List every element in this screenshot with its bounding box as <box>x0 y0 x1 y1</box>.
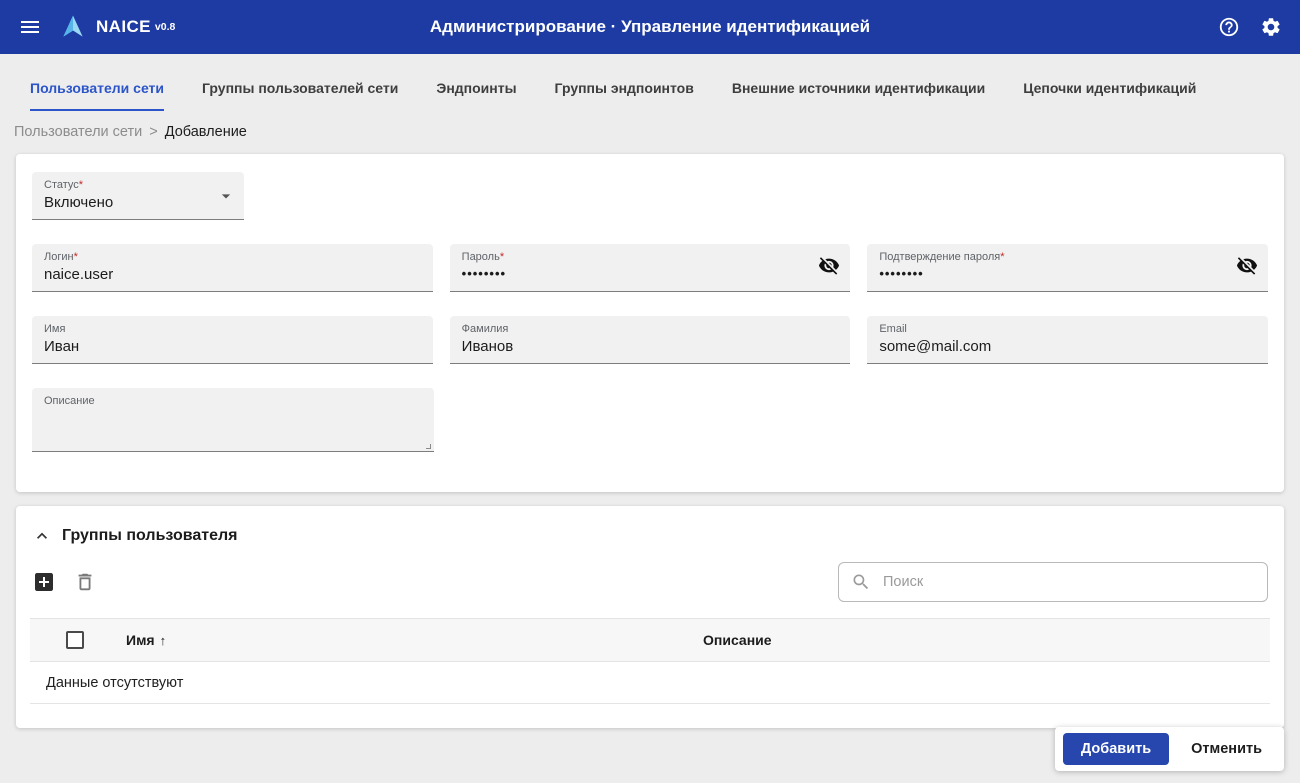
form-actions-bar: Добавить Отменить <box>1054 727 1284 771</box>
app-header: NAICE v0.8 Администрирование · Управлени… <box>0 0 1300 54</box>
password-field[interactable]: Пароль* <box>449 244 851 292</box>
cancel-button[interactable]: Отменить <box>1177 733 1276 765</box>
column-header-name[interactable]: Имя ↑ <box>126 632 703 648</box>
login-field[interactable]: Логин* <box>32 244 433 292</box>
email-label: Email <box>879 323 907 335</box>
email-field[interactable]: Email <box>867 316 1268 364</box>
breadcrumb-current: Добавление <box>164 124 247 140</box>
chevron-down-icon <box>216 186 236 206</box>
password-label: Пароль* <box>461 251 505 263</box>
status-value: Включено <box>44 193 114 211</box>
app-logo-icon <box>58 13 88 41</box>
tab-network-users[interactable]: Пользователи сети <box>30 80 165 111</box>
tab-endpoints[interactable]: Эндпоинты <box>436 80 516 111</box>
login-label: Логин* <box>44 251 78 263</box>
password-confirm-input[interactable] <box>879 265 1200 281</box>
add-group-button[interactable] <box>32 570 56 594</box>
eye-off-icon[interactable] <box>1236 254 1258 281</box>
group-search-box[interactable] <box>838 562 1268 602</box>
description-label: Описание <box>44 395 95 407</box>
last-name-field[interactable]: Фамилия <box>449 316 851 364</box>
page-title: Администрирование · Управление идентифик… <box>429 17 871 36</box>
eye-off-icon[interactable] <box>818 254 840 281</box>
description-input[interactable] <box>44 409 366 427</box>
last-name-input[interactable] <box>461 337 782 355</box>
first-name-input[interactable] <box>44 337 365 355</box>
main-tabs: Пользователи сети Группы пользователей с… <box>0 54 1300 111</box>
empty-text: Данные отсутствуют <box>46 674 184 691</box>
password-confirm-label: Подтверждение пароля* <box>879 251 1005 263</box>
user-groups-card: Группы пользователя Имя ↑ <box>16 506 1284 728</box>
description-field[interactable]: Описание <box>32 388 434 452</box>
groups-table: Имя ↑ Описание Данные отсутствуют <box>30 618 1270 728</box>
table-header-row: Имя ↑ Описание <box>30 618 1270 662</box>
first-name-label: Имя <box>44 323 66 335</box>
last-name-label: Фамилия <box>461 323 509 335</box>
status-label: Статус* <box>44 179 84 191</box>
help-icon[interactable] <box>1218 16 1240 38</box>
tab-network-user-groups[interactable]: Группы пользователей сети <box>202 80 398 111</box>
login-input[interactable] <box>44 265 365 283</box>
app-version: v0.8 <box>154 21 176 33</box>
select-all-checkbox[interactable] <box>66 631 84 649</box>
section-title: Группы пользователя <box>62 527 238 544</box>
search-input[interactable] <box>881 573 1255 591</box>
tab-endpoint-groups[interactable]: Группы эндпоинтов <box>555 80 694 111</box>
first-name-field[interactable]: Имя <box>32 316 433 364</box>
app-name: NAICE <box>96 17 151 36</box>
delete-group-button[interactable] <box>74 571 96 593</box>
password-input[interactable] <box>461 265 782 281</box>
password-confirm-field[interactable]: Подтверждение пароля* <box>867 244 1268 292</box>
breadcrumb-separator: > <box>149 124 158 140</box>
resize-handle-icon[interactable] <box>426 444 431 449</box>
user-form-card: Статус* Включено Логин* Пароль* Подтверж… <box>16 154 1284 492</box>
collapse-chevron-up-icon[interactable] <box>32 526 52 546</box>
tab-identity-chains[interactable]: Цепочки идентификаций <box>1023 80 1196 111</box>
breadcrumb: Пользователи сети > Добавление <box>14 124 1300 140</box>
table-empty-row: Данные отсутствуют <box>30 662 1270 704</box>
hamburger-menu-icon[interactable] <box>18 15 42 39</box>
breadcrumb-parent[interactable]: Пользователи сети <box>14 124 142 140</box>
column-header-description[interactable]: Описание <box>703 632 1270 648</box>
gear-icon[interactable] <box>1260 16 1282 38</box>
sort-ascending-icon: ↑ <box>159 632 167 648</box>
email-input[interactable] <box>879 337 1200 355</box>
search-icon <box>851 572 871 592</box>
submit-button[interactable]: Добавить <box>1062 733 1170 765</box>
status-select[interactable]: Статус* Включено <box>32 172 244 220</box>
tab-external-identity-sources[interactable]: Внешние источники идентификации <box>732 80 985 111</box>
